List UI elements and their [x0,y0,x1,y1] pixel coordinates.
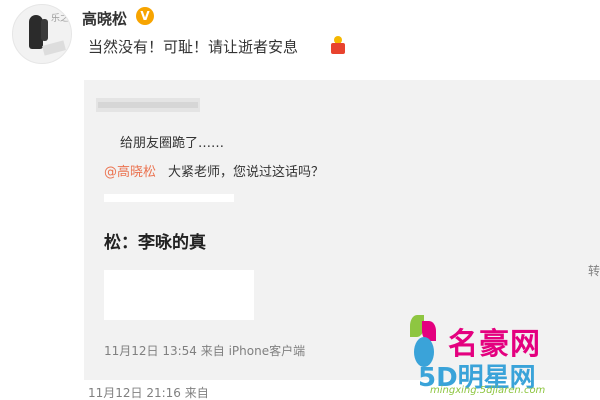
watermark: 名豪网 5D明星网 mingxing.5djiaren.com [400,305,600,400]
avatar-calligraphy: 乐之 [51,14,70,24]
avatar[interactable]: 乐之 [12,4,72,64]
verified-badge-icon: V [136,7,154,25]
mention-link[interactable]: @高晓松 [104,161,156,180]
redacted-block [104,270,254,320]
repost-image-text: 松：李咏的真 [104,233,206,253]
avatar-sign [42,40,66,56]
username[interactable]: 高晓松 [82,8,127,29]
post-meta: 11月12日 21:16 来自 [88,386,209,400]
candle-icon [330,36,346,54]
post-text: 当然没有！可耻！请让逝者安息 [88,38,299,56]
redacted-block [104,194,234,202]
repost-text: 给朋友圈跪了…… [120,136,225,151]
watermark-url: mingxing.5djiaren.com [430,385,546,396]
avatar-figure-detail [41,19,48,41]
repost-question: 大紧老师，您说过这话吗？ [168,165,325,180]
blurred-username-detail [98,102,198,108]
repost-action-fragment[interactable]: 转 [588,262,600,279]
repost-meta: 11月12日 13:54 来自 iPhone客户端 [104,344,306,358]
